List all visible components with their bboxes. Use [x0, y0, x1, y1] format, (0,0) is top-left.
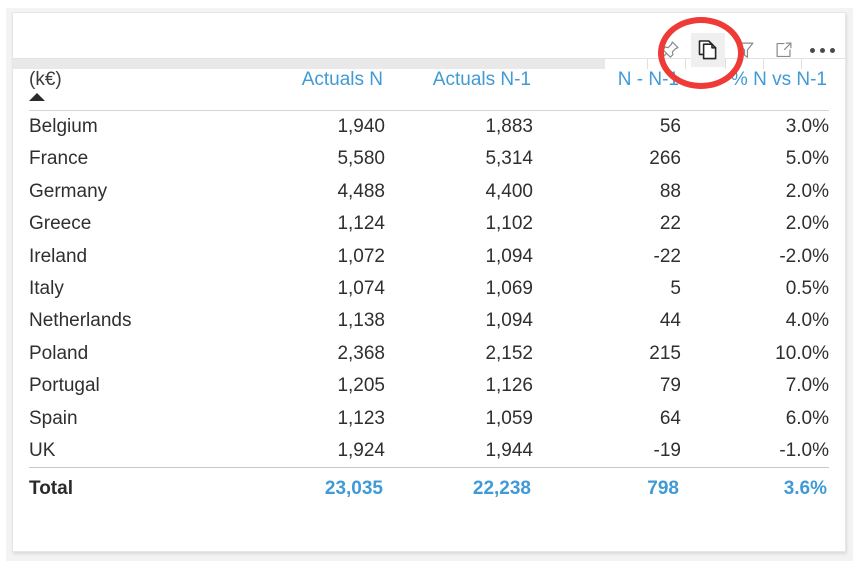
table-row[interactable]: France 5,580 5,314 266 5.0% — [29, 143, 829, 175]
column-header-category[interactable]: (k€) — [29, 69, 237, 109]
table-body: Belgium 1,940 1,883 56 3.0% France 5,580 5,314 2… — [29, 109, 829, 509]
cell-delta: 79 — [659, 375, 681, 397]
cell-pct: -1.0% — [779, 440, 829, 462]
filter-icon[interactable] — [729, 33, 763, 67]
column-header-delta[interactable]: N - N-1 — [533, 69, 681, 109]
table-row[interactable]: Germany 4,488 4,400 88 2.0% — [29, 176, 829, 208]
cell-delta: -22 — [653, 245, 681, 267]
cell-actuals-n: 1,072 — [337, 245, 385, 267]
cell-category: France — [29, 148, 89, 170]
cell-actuals-n: 1,124 — [337, 213, 385, 235]
table-row[interactable]: Greece 1,124 1,102 22 2.0% — [29, 208, 829, 240]
cell-category: Spain — [29, 407, 78, 429]
cell-pct: 3.0% — [785, 116, 829, 137]
cell-category: Germany — [29, 180, 108, 202]
cell-actuals-n1: 1,059 — [485, 407, 533, 429]
table-row[interactable]: Spain 1,123 1,059 64 6.0% — [29, 403, 829, 435]
cell-actuals-n1: 1,944 — [485, 440, 533, 462]
cell-category: Netherlands — [29, 310, 132, 332]
cell-actuals-n1: 1,883 — [485, 116, 533, 137]
cell-actuals-n1: 2,152 — [485, 342, 533, 364]
table-row[interactable]: UK 1,924 1,944 -19 -1.0% — [29, 435, 829, 468]
column-header-pct[interactable]: % N vs N-1 — [681, 69, 829, 109]
cell-delta: 56 — [659, 116, 681, 137]
cell-actuals-n: 1,074 — [337, 278, 385, 300]
cell-delta: 215 — [649, 342, 681, 364]
cell-actuals-n: 1,940 — [337, 116, 385, 137]
cell-actuals-n1: 5,314 — [485, 148, 533, 170]
cell-delta: 44 — [659, 310, 681, 332]
focus-mode-icon[interactable] — [767, 33, 801, 67]
cell-pct: 0.5% — [785, 278, 829, 300]
visual-header — [13, 13, 845, 89]
cell-actuals-n1: 1,069 — [485, 278, 533, 300]
cell-delta: 64 — [659, 407, 681, 429]
matrix-table-container: (k€) Actuals N Actuals N-1 N - N-1 % N v… — [13, 69, 845, 551]
cell-delta: 22 — [659, 213, 681, 235]
more-options-dots — [809, 47, 835, 53]
pin-icon[interactable] — [653, 33, 687, 67]
matrix-visual-card: (k€) Actuals N Actuals N-1 N - N-1 % N v… — [12, 12, 846, 552]
table-row[interactable]: Netherlands 1,138 1,094 44 4.0% — [29, 305, 829, 337]
cell-actuals-n: 2,368 — [337, 342, 385, 364]
table-row[interactable]: Italy 1,074 1,069 5 0.5% — [29, 273, 829, 305]
cell-pct: -2.0% — [779, 245, 829, 267]
cell-delta: -19 — [653, 440, 681, 462]
cell-actuals-n1: 1,094 — [485, 245, 533, 267]
more-options-icon[interactable] — [805, 33, 839, 67]
cell-pct: 5.0% — [785, 148, 829, 170]
sort-ascending-icon[interactable] — [29, 93, 45, 101]
cell-category: Greece — [29, 213, 92, 235]
cell-actuals-n1: 1,102 — [485, 213, 533, 235]
cell-pct: 2.0% — [785, 180, 829, 202]
visual-header-toolbar — [653, 33, 839, 67]
matrix-table: (k€) Actuals N Actuals N-1 N - N-1 % N v… — [29, 69, 829, 509]
table-row[interactable]: Portugal 1,205 1,126 79 7.0% — [29, 370, 829, 402]
table-header: (k€) Actuals N Actuals N-1 N - N-1 % N v… — [29, 69, 829, 109]
cell-category: Belgium — [29, 116, 98, 137]
table-row[interactable]: Belgium 1,940 1,883 56 3.0% — [29, 111, 829, 144]
total-row[interactable]: Total 23,035 22,238 798 3.6% — [29, 469, 829, 509]
cell-actuals-n1: 1,094 — [485, 310, 533, 332]
cell-category: Portugal — [29, 375, 100, 397]
band-tick — [647, 59, 648, 69]
cell-pct: 4.0% — [785, 310, 829, 332]
cell-delta: 266 — [649, 148, 681, 170]
cell-pct: 6.0% — [785, 407, 829, 429]
table-row[interactable]: Ireland 1,072 1,094 -22 -2.0% — [29, 241, 829, 273]
cell-delta: 5 — [670, 278, 681, 300]
cell-pct: 7.0% — [785, 375, 829, 397]
cell-actuals-n: 5,580 — [337, 148, 385, 170]
cell-delta: 88 — [659, 180, 681, 202]
cell-actuals-n: 1,123 — [337, 407, 385, 429]
cell-category: Ireland — [29, 245, 88, 267]
total-delta: 798 — [647, 478, 679, 500]
total-actuals-n1: 22,238 — [472, 478, 531, 500]
cell-actuals-n1: 1,126 — [485, 375, 533, 397]
column-header-actuals-n1[interactable]: Actuals N-1 — [385, 69, 533, 109]
cell-pct: 10.0% — [775, 342, 829, 364]
total-actuals-n: 23,035 — [324, 478, 383, 500]
cell-pct: 2.0% — [785, 213, 829, 235]
cell-actuals-n: 4,488 — [337, 180, 385, 202]
cell-actuals-n: 1,924 — [337, 440, 385, 462]
cell-actuals-n: 1,138 — [337, 310, 385, 332]
column-header-category-label: (k€) — [29, 69, 62, 90]
cell-category: UK — [29, 440, 56, 462]
copy-icon[interactable] — [691, 33, 725, 67]
total-label: Total — [29, 478, 73, 500]
cell-category: Italy — [29, 278, 64, 300]
screenshot-root: (k€) Actuals N Actuals N-1 N - N-1 % N v… — [0, 0, 859, 575]
total-pct: 3.6% — [783, 478, 827, 500]
table-row[interactable]: Poland 2,368 2,152 215 10.0% — [29, 338, 829, 370]
column-header-actuals-n[interactable]: Actuals N — [237, 69, 385, 109]
cell-category: Poland — [29, 342, 89, 364]
cell-actuals-n: 1,205 — [337, 375, 385, 397]
cell-actuals-n1: 4,400 — [485, 180, 533, 202]
